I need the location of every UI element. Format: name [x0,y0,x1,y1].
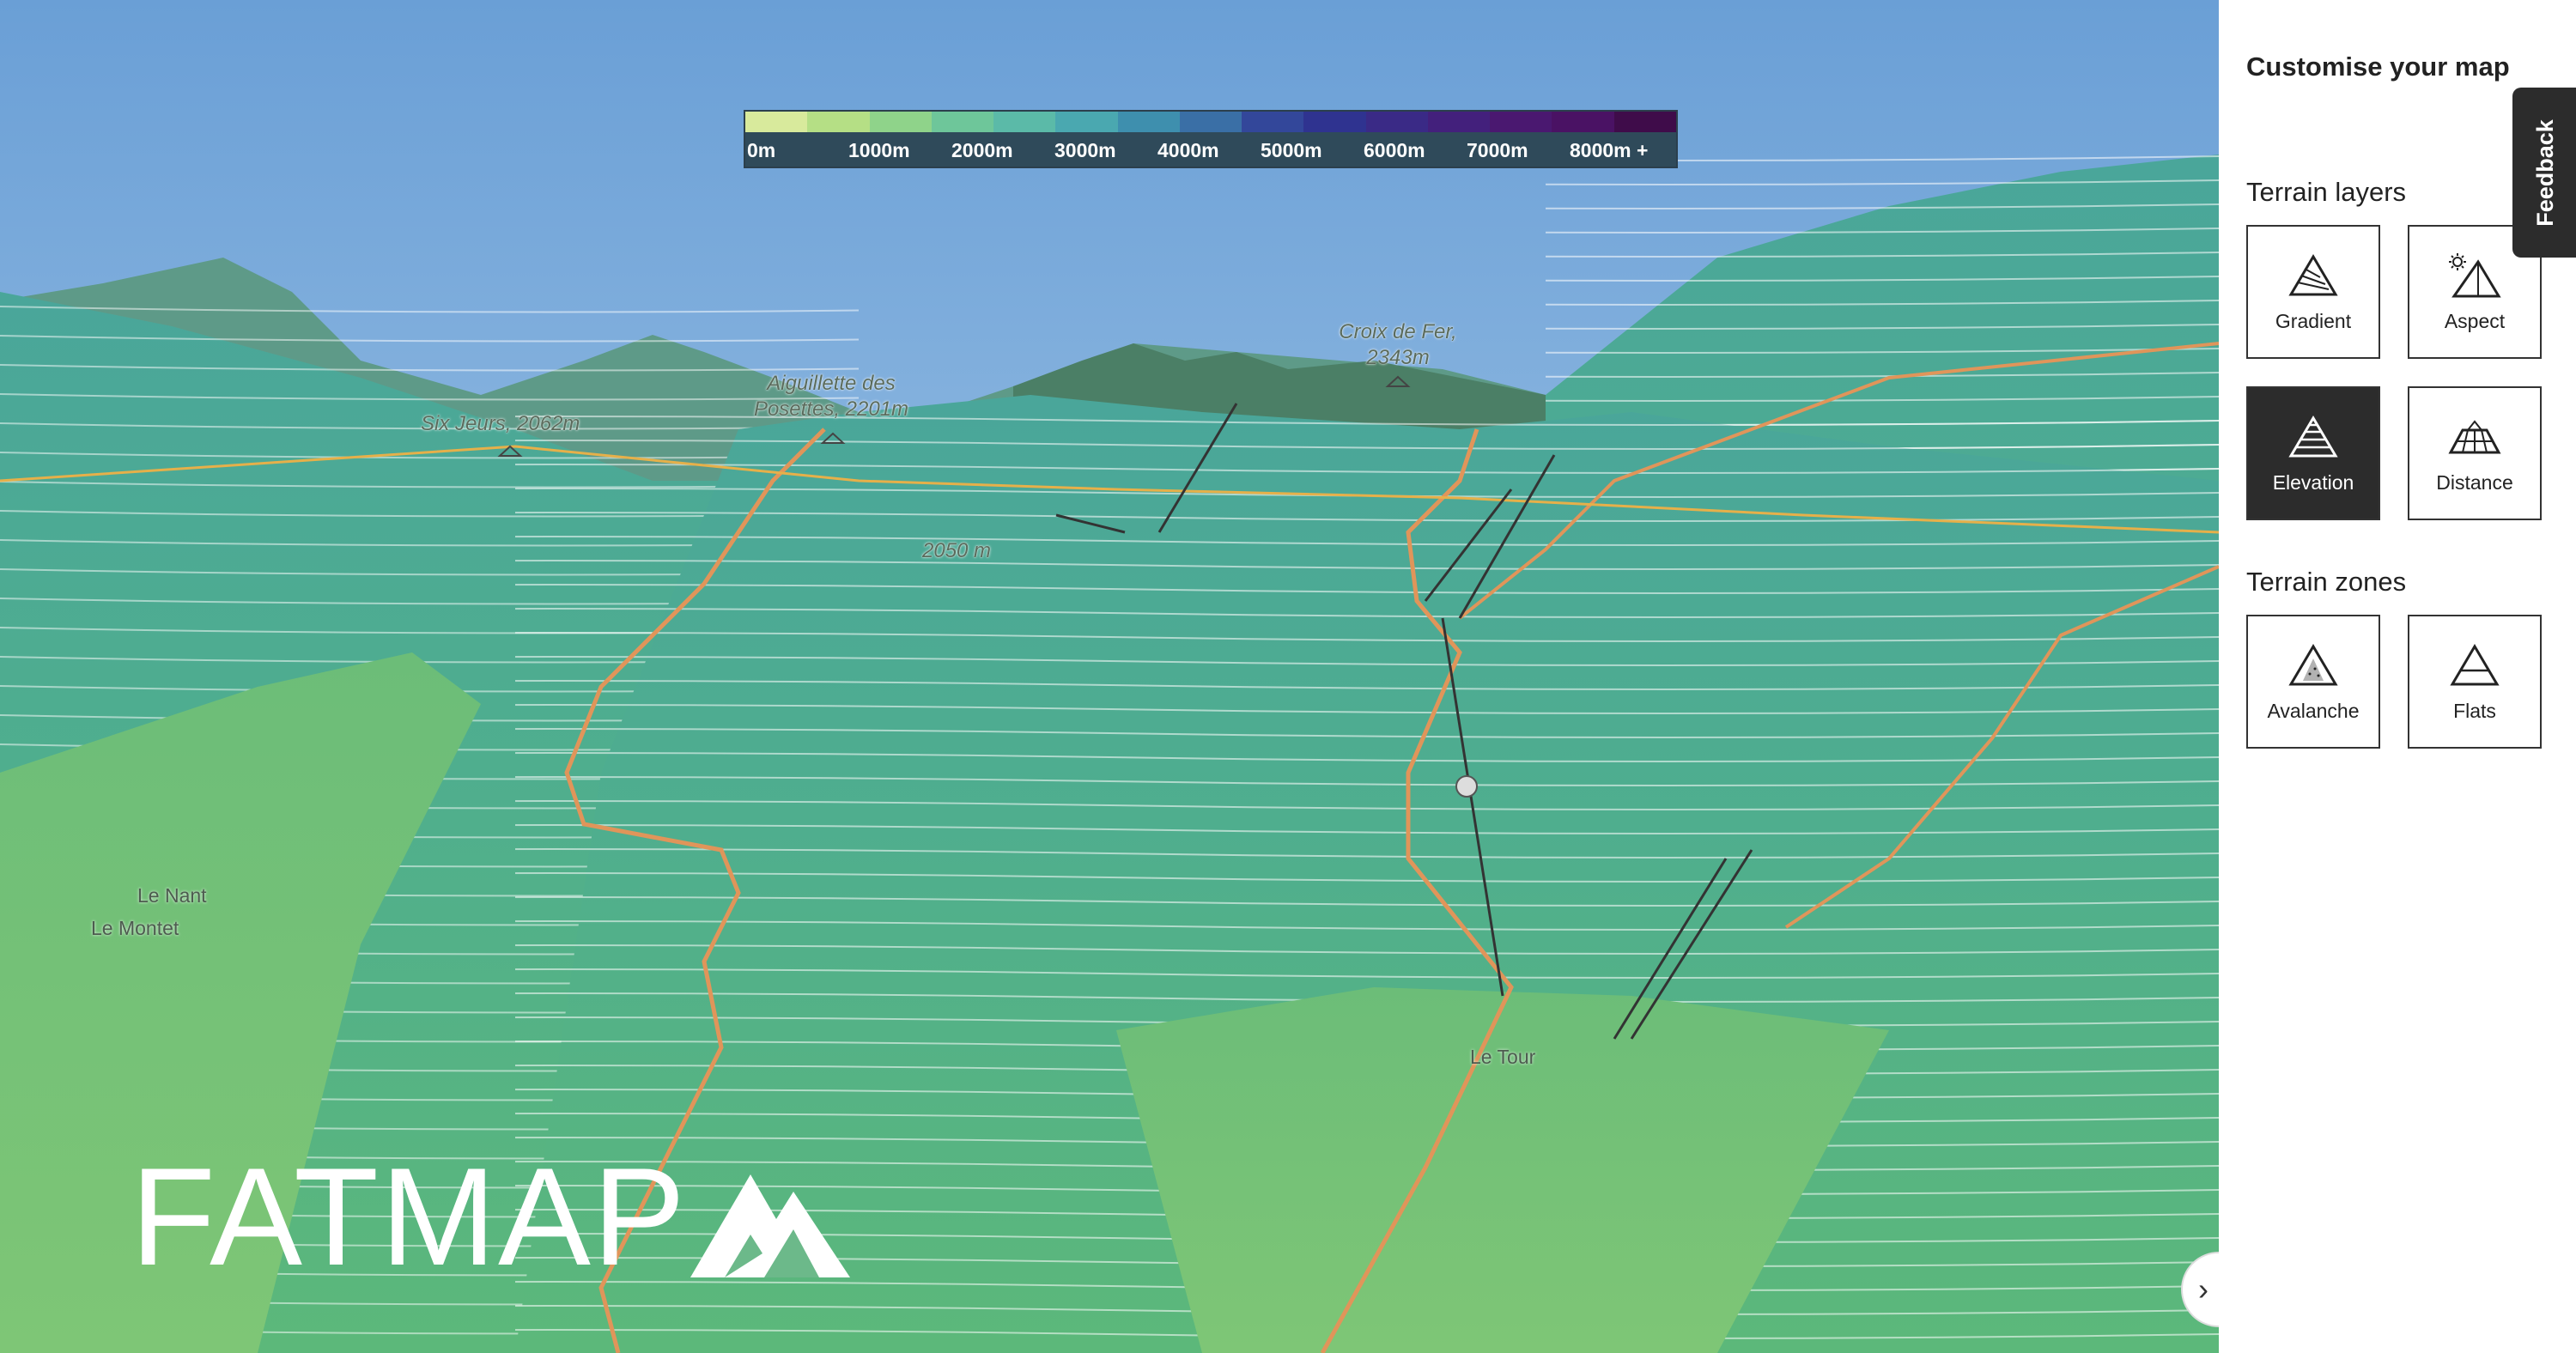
gradient-layer-button[interactable]: Gradient [2246,225,2380,359]
peak-label[interactable]: Six Jeurs, 2062m [421,412,580,436]
legend-color-swatch [1427,112,1491,132]
place-label[interactable]: Le Tour [1470,1046,1535,1069]
legend-color-swatch [1613,112,1676,132]
feedback-label: Feedback [2531,118,2558,227]
legend-label: 3000m [1054,139,1116,161]
elevation-legend-labels: 0m 1000m 2000m 3000m 4000m 5000m 6000m 7000m 800… [745,132,1676,168]
tile-label: Elevation [2272,470,2354,494]
legend-color-swatch [1055,112,1118,132]
avalanche-icon [2288,643,2338,685]
flats-icon [2450,643,2500,685]
legend-label: 7000m [1467,139,1528,161]
legend-color-swatch [1365,112,1428,132]
place-label[interactable]: Le Nant [137,884,207,907]
legend-label: 0m [747,139,776,161]
legend-color-swatch [1552,112,1614,132]
elevation-legend: 0m 1000m 2000m 3000m 4000m 5000m 6000m 7000m 800… [744,110,1678,168]
flats-zone-button[interactable]: Flats [2408,615,2542,749]
tile-label: Gradient [2275,309,2352,332]
aspect-icon [2449,252,2501,297]
tile-label: Flats [2453,699,2496,722]
peak-label[interactable]: Croix de Fer, 2343m [1329,319,1467,371]
map-view[interactable]: 0m 1000m 2000m 3000m 4000m 5000m 6000m 7000m 800… [0,0,2219,1353]
legend-label: 5000m [1261,139,1322,161]
tile-label: Distance [2436,470,2513,494]
legend-color-swatch [807,112,870,132]
tile-label: Avalanche [2267,699,2360,722]
contour-elevation-label: 2050 m [922,539,992,562]
legend-label: 4000m [1157,139,1219,161]
legend-color-swatch [1303,112,1366,132]
legend-color-swatch [1179,112,1242,132]
distance-icon [2448,419,2501,453]
gradient-icon [2288,253,2338,295]
legend-color-swatch [1242,112,1304,132]
feedback-button[interactable]: Feedback [2512,88,2576,258]
panel-title: Customise your map [2246,52,2510,82]
distance-layer-button[interactable]: Distance [2408,386,2542,520]
legend-color-swatch [745,112,808,132]
legend-color-swatch [1490,112,1552,132]
legend-color-swatch [1117,112,1180,132]
legend-label: 2000m [951,139,1013,161]
chevron-right-icon: › [2198,1271,2208,1307]
legend-label: 1000m [848,139,910,161]
legend-color-swatch [931,112,994,132]
legend-color-swatch [869,112,932,132]
legend-label: 8000m + [1570,139,1649,161]
avalanche-zone-button[interactable]: Avalanche [2246,615,2380,749]
terrain-layers-heading: Terrain layers [2246,177,2407,207]
legend-color-swatch [993,112,1056,132]
peak-label[interactable]: Aiguillette des Posettes, 2201m [745,371,917,422]
tile-label: Aspect [2444,309,2506,332]
place-label[interactable]: Le Montet [91,917,179,940]
elevation-layer-button[interactable]: Elevation [2246,386,2380,520]
elevation-icon [2288,415,2338,457]
mountain-logo-icon [690,1174,851,1277]
elevation-color-scale [745,112,1676,132]
logo-text: FATMAP [131,1139,688,1295]
fatmap-logo: FATMAP [131,1139,851,1295]
legend-label: 6000m [1364,139,1425,161]
terrain-zones-heading: Terrain zones [2246,567,2407,597]
